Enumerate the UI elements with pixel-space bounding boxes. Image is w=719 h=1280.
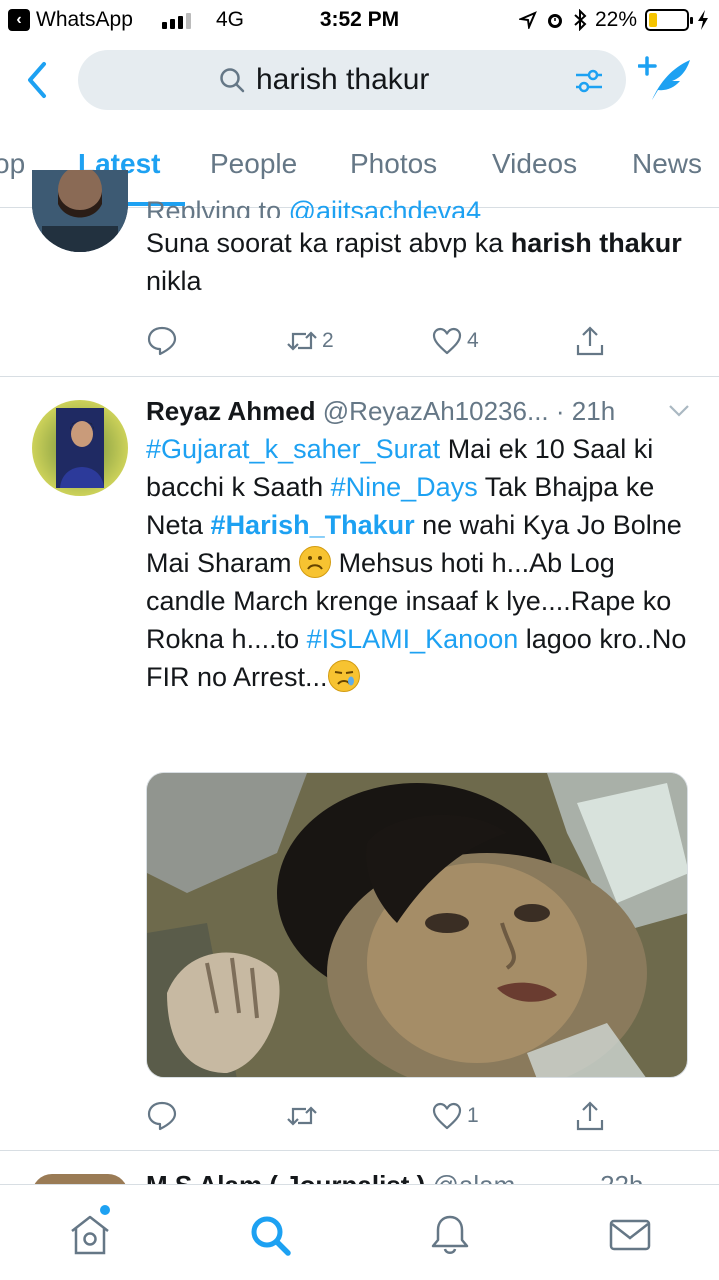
tweet-time: · 21h: [555, 396, 616, 426]
tab-photos[interactable]: Photos: [350, 148, 437, 180]
tweet-actions: 1: [146, 1100, 626, 1140]
chevron-down-icon[interactable]: [668, 403, 690, 419]
author-handle[interactable]: @ReyazAh10236...: [323, 396, 549, 426]
reply-button[interactable]: [146, 325, 178, 357]
back-chevron-icon[interactable]: [20, 58, 56, 102]
retweet-button[interactable]: 2: [286, 325, 334, 357]
location-icon: [518, 11, 537, 29]
hashtag-link[interactable]: #Harish_Thakur: [211, 510, 415, 540]
tweet-divider: [0, 376, 719, 377]
avatar[interactable]: [32, 400, 128, 496]
heart-icon: [432, 327, 462, 355]
author-name[interactable]: Reyaz Ahmed: [146, 396, 316, 426]
like-count: 4: [467, 329, 479, 352]
like-count: 1: [467, 1104, 479, 1127]
replying-to: Replying to @ajitsachdeva4: [146, 196, 706, 218]
hashtag-link[interactable]: #Gujarat_k_saher_Surat: [146, 434, 440, 464]
tweet-photo[interactable]: [146, 772, 688, 1078]
tab-news[interactable]: News: [632, 148, 702, 180]
crying-face-icon: [327, 660, 360, 692]
reply-icon: [147, 326, 177, 356]
battery-icon: [645, 9, 693, 31]
search-icon: [220, 68, 245, 93]
bottom-tab-bar: [0, 1184, 719, 1280]
tweet-actions: 2 4: [146, 325, 626, 365]
battery-percent: 22%: [594, 8, 637, 31]
notifications-icon[interactable]: [428, 1213, 472, 1257]
tweet-text: Suna soorat ka rapist abvp ka harish tha…: [146, 228, 682, 296]
status-bar: ‹ WhatsApp 4G 3:52 PM 22%: [0, 0, 719, 40]
compose-tweet-icon[interactable]: [638, 54, 694, 104]
heart-icon: [432, 1102, 462, 1130]
retweet-count: 2: [322, 329, 334, 352]
tweet-header: Reyaz Ahmed @ReyazAh10236... · 21h: [146, 396, 706, 427]
share-icon: [576, 1101, 604, 1131]
like-button[interactable]: 1: [431, 1100, 479, 1132]
new-tweets-dot: [100, 1205, 110, 1215]
bluetooth-icon: [574, 9, 587, 31]
search-header: harish thakur: [0, 40, 719, 126]
retweet-button[interactable]: [286, 1100, 322, 1132]
tweet-divider: [0, 1150, 719, 1151]
search-input[interactable]: harish thakur: [78, 50, 626, 110]
share-icon: [576, 326, 604, 356]
reply-handle-link[interactable]: @ajitsachdeva4: [289, 196, 482, 218]
filter-icon[interactable]: [574, 67, 604, 95]
retweet-icon: [287, 1106, 317, 1126]
search-icon[interactable]: [248, 1213, 292, 1257]
messages-icon[interactable]: [608, 1213, 652, 1257]
reply-icon: [147, 1101, 177, 1131]
tab-videos[interactable]: Videos: [492, 148, 577, 180]
status-right: 22%: [518, 8, 709, 32]
share-button[interactable]: [574, 325, 606, 357]
retweet-icon: [287, 331, 317, 351]
reply-button[interactable]: [146, 1100, 178, 1132]
tweet-text: #Gujarat_k_saher_Surat Mai ek 10 Saal ki…: [146, 434, 687, 692]
search-query: harish thakur: [256, 63, 430, 96]
alarm-icon: [547, 14, 562, 28]
share-button[interactable]: [574, 1100, 606, 1132]
tab-people[interactable]: People: [210, 148, 297, 180]
tab-top[interactable]: op: [0, 148, 25, 180]
hashtag-link[interactable]: #Nine_Days: [331, 472, 478, 502]
frowning-face-icon: [299, 546, 332, 578]
home-icon[interactable]: [68, 1213, 112, 1257]
like-button[interactable]: 4: [431, 325, 479, 357]
hashtag-link[interactable]: #ISLAMI_Kanoon: [307, 624, 519, 654]
avatar[interactable]: [32, 170, 128, 252]
charging-icon: [698, 10, 708, 30]
